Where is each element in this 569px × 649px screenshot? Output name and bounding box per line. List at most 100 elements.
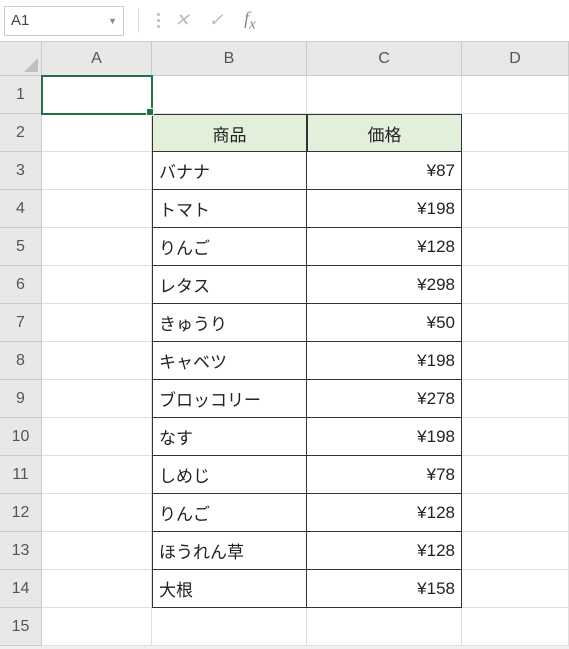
- name-box[interactable]: A1 ▼: [4, 6, 124, 36]
- column-header-B[interactable]: B: [152, 42, 307, 76]
- cell-C4[interactable]: ¥198: [307, 190, 462, 228]
- column-header-C[interactable]: C: [307, 42, 462, 76]
- drag-handle-icon[interactable]: [153, 13, 163, 28]
- cell-D5[interactable]: [462, 228, 569, 266]
- row: バナナ¥87: [42, 152, 569, 190]
- row-header-1[interactable]: 1: [0, 76, 42, 114]
- cell-B12[interactable]: りんご: [152, 494, 307, 532]
- row-header-14[interactable]: 14: [0, 570, 42, 608]
- cell-C3[interactable]: ¥87: [307, 152, 462, 190]
- cell-D4[interactable]: [462, 190, 569, 228]
- cell-A15[interactable]: [42, 608, 152, 646]
- row-header-8[interactable]: 8: [0, 342, 42, 380]
- row-header-15[interactable]: 15: [0, 608, 42, 646]
- cell-D8[interactable]: [462, 342, 569, 380]
- cell-C9[interactable]: ¥278: [307, 380, 462, 418]
- cancel-icon: ✕: [167, 10, 197, 31]
- cell-B10[interactable]: なす: [152, 418, 307, 456]
- cell-C10[interactable]: ¥198: [307, 418, 462, 456]
- row: しめじ¥78: [42, 456, 569, 494]
- cell-D12[interactable]: [462, 494, 569, 532]
- cell-C14[interactable]: ¥158: [307, 570, 462, 608]
- cell-C11[interactable]: ¥78: [307, 456, 462, 494]
- cell-B5[interactable]: りんご: [152, 228, 307, 266]
- cell-B14[interactable]: 大根: [152, 570, 307, 608]
- cell-C13[interactable]: ¥128: [307, 532, 462, 570]
- row: 大根¥158: [42, 570, 569, 608]
- row-header-5[interactable]: 5: [0, 228, 42, 266]
- spreadsheet-grid: 123456789101112131415 ABCD 商品価格バナナ¥87トマト…: [0, 42, 569, 646]
- cell-B8[interactable]: キャベツ: [152, 342, 307, 380]
- row-header-13[interactable]: 13: [0, 532, 42, 570]
- cell-D13[interactable]: [462, 532, 569, 570]
- cell-B7[interactable]: きゅうり: [152, 304, 307, 342]
- cell-D6[interactable]: [462, 266, 569, 304]
- cell-B13[interactable]: ほうれん草: [152, 532, 307, 570]
- cell-A13[interactable]: [42, 532, 152, 570]
- cell-A8[interactable]: [42, 342, 152, 380]
- cell-B3[interactable]: バナナ: [152, 152, 307, 190]
- cell-D14[interactable]: [462, 570, 569, 608]
- row: りんご¥128: [42, 494, 569, 532]
- cell-C8[interactable]: ¥198: [307, 342, 462, 380]
- row-header-3[interactable]: 3: [0, 152, 42, 190]
- column-header-A[interactable]: A: [42, 42, 152, 76]
- row-header-7[interactable]: 7: [0, 304, 42, 342]
- cell-A4[interactable]: [42, 190, 152, 228]
- cell-D7[interactable]: [462, 304, 569, 342]
- cell-A3[interactable]: [42, 152, 152, 190]
- cell-A11[interactable]: [42, 456, 152, 494]
- row-header-9[interactable]: 9: [0, 380, 42, 418]
- cell-A5[interactable]: [42, 228, 152, 266]
- cell-B1[interactable]: [152, 76, 307, 114]
- row-header-6[interactable]: 6: [0, 266, 42, 304]
- cell-B15[interactable]: [152, 608, 307, 646]
- row-header-4[interactable]: 4: [0, 190, 42, 228]
- cell-B11[interactable]: しめじ: [152, 456, 307, 494]
- row: トマト¥198: [42, 190, 569, 228]
- cell-D15[interactable]: [462, 608, 569, 646]
- cell-D2[interactable]: [462, 114, 569, 152]
- cell-B4[interactable]: トマト: [152, 190, 307, 228]
- cell-C2[interactable]: 価格: [307, 114, 462, 152]
- chevron-down-icon[interactable]: ▼: [108, 16, 117, 26]
- cell-A9[interactable]: [42, 380, 152, 418]
- cell-A14[interactable]: [42, 570, 152, 608]
- cell-C1[interactable]: [307, 76, 462, 114]
- column-header-D[interactable]: D: [462, 42, 569, 76]
- cell-D3[interactable]: [462, 152, 569, 190]
- cell-D10[interactable]: [462, 418, 569, 456]
- cell-C12[interactable]: ¥128: [307, 494, 462, 532]
- confirm-icon: ✓: [201, 10, 231, 31]
- cell-B9[interactable]: ブロッコリー: [152, 380, 307, 418]
- cell-D1[interactable]: [462, 76, 569, 114]
- formula-input[interactable]: [269, 6, 565, 36]
- cell-C7[interactable]: ¥50: [307, 304, 462, 342]
- select-all-corner[interactable]: [0, 42, 42, 76]
- cell-A2[interactable]: [42, 114, 152, 152]
- cell-B2[interactable]: 商品: [152, 114, 307, 152]
- cell-A6[interactable]: [42, 266, 152, 304]
- cell-B6[interactable]: レタス: [152, 266, 307, 304]
- row-header-11[interactable]: 11: [0, 456, 42, 494]
- row: レタス¥298: [42, 266, 569, 304]
- cell-D11[interactable]: [462, 456, 569, 494]
- cell-D9[interactable]: [462, 380, 569, 418]
- cell-C5[interactable]: ¥128: [307, 228, 462, 266]
- row-header-10[interactable]: 10: [0, 418, 42, 456]
- separator: [138, 9, 139, 33]
- formula-bar: A1 ▼ ✕ ✓ fx: [0, 0, 569, 42]
- cell-A12[interactable]: [42, 494, 152, 532]
- row-header-2[interactable]: 2: [0, 114, 42, 152]
- row-header-12[interactable]: 12: [0, 494, 42, 532]
- cell-C6[interactable]: ¥298: [307, 266, 462, 304]
- cell-A1[interactable]: [42, 76, 152, 114]
- column-headers: ABCD: [42, 42, 569, 76]
- row: 商品価格: [42, 114, 569, 152]
- cell-A10[interactable]: [42, 418, 152, 456]
- row: ブロッコリー¥278: [42, 380, 569, 418]
- cell-A7[interactable]: [42, 304, 152, 342]
- fx-icon[interactable]: fx: [235, 8, 265, 34]
- row: りんご¥128: [42, 228, 569, 266]
- cell-C15[interactable]: [307, 608, 462, 646]
